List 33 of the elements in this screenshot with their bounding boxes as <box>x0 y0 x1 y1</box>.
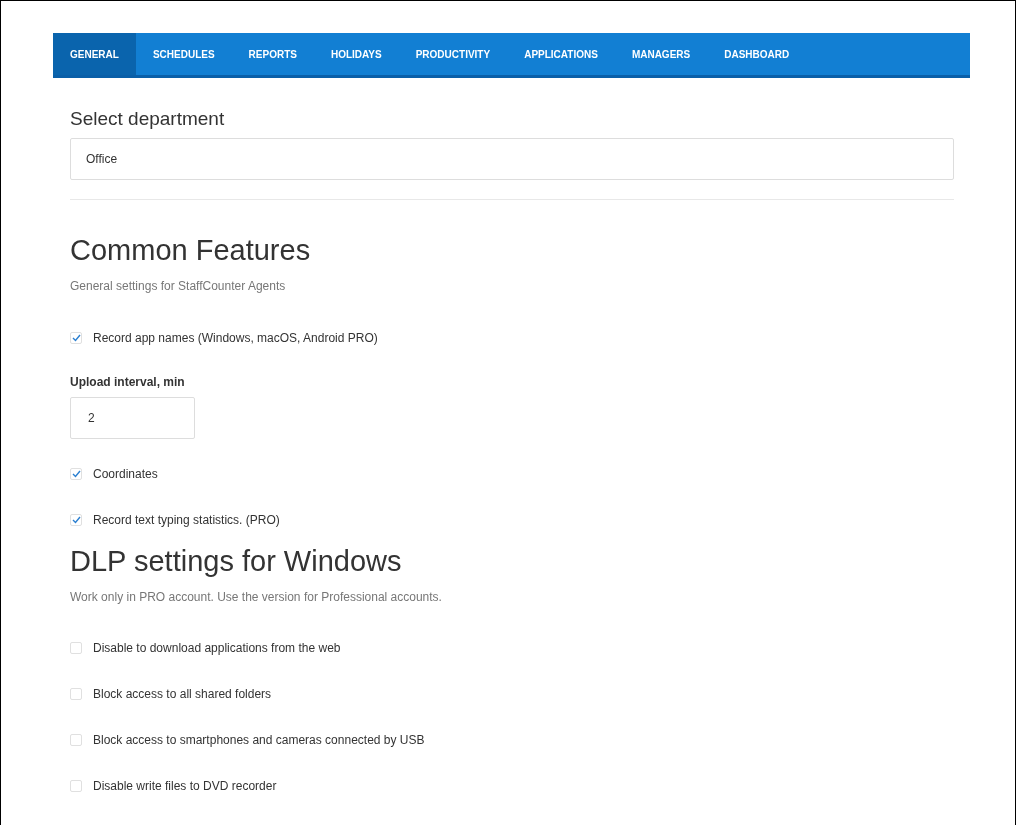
checkbox[interactable] <box>70 642 82 654</box>
department-select[interactable]: Office <box>70 138 954 180</box>
checkbox[interactable] <box>70 332 82 344</box>
checkbox[interactable] <box>70 468 82 480</box>
checkbox[interactable] <box>70 688 82 700</box>
section-title: DLP settings for Windows <box>70 544 403 579</box>
nav-tab[interactable]: REPORTS <box>231 33 314 75</box>
nav-tab[interactable]: HOLIDAYS <box>313 33 399 75</box>
checkbox-label: Block access to smartphones and cameras connected by USB <box>93 733 425 747</box>
checkbox-label: Disable to download applications from the web <box>93 641 341 655</box>
nav-tab[interactable]: APPLICATIONS <box>507 33 615 75</box>
checkbox[interactable] <box>70 514 82 526</box>
checkbox-label: Block access to all shared folders <box>93 687 272 701</box>
nav-tab[interactable]: DASHBOARD <box>707 33 807 75</box>
number-field[interactable]: 2 <box>70 397 195 439</box>
field-label: Upload interval, min <box>70 375 186 389</box>
checkbox-label: Disable write files to DVD recorder <box>93 779 277 793</box>
nav-tab[interactable]: SCHEDULES <box>135 33 232 75</box>
check-icon <box>71 470 81 478</box>
nav-tab[interactable]: PRODUCTIVITY <box>398 33 508 75</box>
checkbox[interactable] <box>70 780 82 792</box>
checkbox-label: Record app names (Windows, macOS, Android PRO) <box>93 331 378 345</box>
check-icon <box>71 516 81 524</box>
checkbox-label: Coordinates <box>93 467 158 481</box>
checkbox[interactable] <box>70 734 82 746</box>
checkbox-label: Record text typing statistics. (PRO) <box>93 513 280 527</box>
section-title: Common Features <box>70 233 312 268</box>
section-subtitle: Work only in PRO account. Use the version for Professional accounts. <box>70 590 443 604</box>
check-icon <box>71 334 81 342</box>
nav-tab[interactable]: MANAGERS <box>614 33 708 75</box>
section-subtitle: General settings for StaffCounter Agents <box>70 279 287 293</box>
nav-tab[interactable]: GENERAL <box>53 33 136 75</box>
department-label: Select department <box>70 108 226 130</box>
